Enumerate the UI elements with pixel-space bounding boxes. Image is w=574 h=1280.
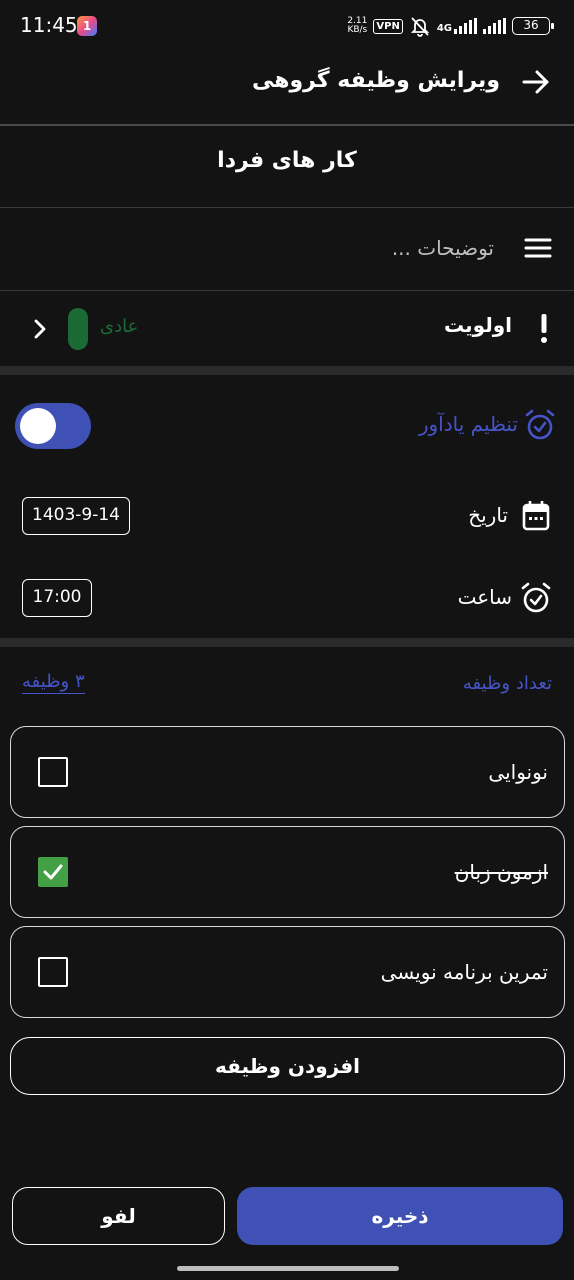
subtask-checkbox[interactable]: [38, 857, 68, 887]
subtask-card[interactable]: [10, 726, 565, 818]
bell-off-icon: [410, 17, 430, 37]
divider: [0, 207, 574, 208]
exclamation-icon: [541, 314, 547, 343]
divider: [0, 290, 574, 291]
header-divider: [0, 124, 574, 126]
signal-icon-2: [483, 18, 506, 34]
network-speed: 2.11 KB/s: [347, 17, 367, 35]
network-type: 4G: [436, 23, 452, 34]
task-count-value: ۳ وظیفه: [22, 671, 85, 694]
vpn-icon: VPN: [373, 18, 403, 34]
subtask-checkbox[interactable]: [38, 757, 68, 787]
page-title: ویرایش وظیفه گروهی: [251, 68, 500, 93]
menu-icon: [524, 238, 552, 258]
priority-value: عادی: [100, 316, 139, 337]
battery-icon: 36: [512, 17, 554, 35]
alarm-check-icon: [525, 409, 555, 440]
save-button[interactable]: ذخیره: [237, 1187, 563, 1245]
subtask-text: ازمون زبان: [454, 860, 548, 884]
priority-color-indicator[interactable]: [68, 308, 88, 350]
subtask-text: نونوایی: [488, 760, 548, 784]
cancel-button[interactable]: لفو: [12, 1187, 225, 1245]
time-picker[interactable]: 17:00: [22, 579, 92, 617]
task-count-label: تعداد وظیفه: [462, 673, 552, 694]
date-picker[interactable]: 1403-9-14: [22, 497, 130, 535]
subtask-checkbox[interactable]: [38, 957, 68, 987]
signal-icon: [454, 18, 477, 34]
back-arrow-icon[interactable]: [520, 66, 552, 98]
checkmark-icon: [43, 864, 63, 880]
add-task-button[interactable]: افزودن وظیفه: [10, 1037, 565, 1095]
date-label: تاریخ: [468, 503, 508, 527]
time-label: ساعت: [457, 585, 512, 609]
calendar-icon: [522, 501, 550, 531]
subtask-text: تمرین برنامه نویسی: [380, 960, 548, 984]
priority-label: اولویت: [443, 313, 512, 337]
description-input[interactable]: توضیحات ...: [392, 236, 494, 260]
reminder-label: تنظیم یادآور: [418, 412, 518, 436]
section-separator: [0, 366, 574, 375]
network-speed-unit: KB/s: [347, 25, 368, 35]
home-indicator[interactable]: [177, 1266, 399, 1271]
alarm-clock-icon: [521, 582, 551, 613]
app-notification-icon: 1: [77, 16, 97, 36]
status-indicators: 2.11 KB/s VPN 4G 36: [347, 14, 554, 38]
task-title-field[interactable]: کار های فردا: [0, 148, 574, 173]
section-separator: [0, 638, 574, 647]
reminder-toggle-knob[interactable]: [20, 408, 56, 444]
status-time: 11:45: [20, 13, 78, 37]
chevron-left-icon[interactable]: [32, 318, 48, 340]
